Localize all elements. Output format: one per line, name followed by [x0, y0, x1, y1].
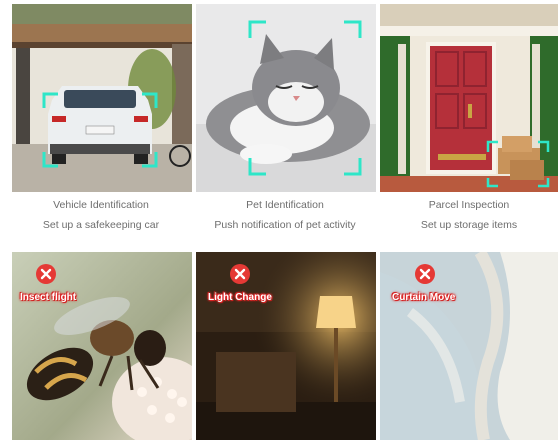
red-x-icon: [229, 263, 251, 285]
parcel-photo: [380, 4, 558, 192]
parcel-caption: Parcel Inspection Set up storage items: [376, 198, 560, 232]
false-alarm-label: Light Change: [208, 292, 272, 303]
pet-photo: [196, 4, 376, 192]
false-alarm-label: Curtain Move: [392, 292, 456, 303]
feature-subtitle: Set up a safekeeping car: [42, 219, 160, 231]
false-alarm-label: Insect flight: [20, 292, 77, 303]
curtain-photo: [380, 252, 558, 440]
feature-title: Parcel Inspection: [428, 199, 510, 211]
vehicle-caption: Vehicle Identification Set up a safekeep…: [8, 198, 194, 232]
light-photo: [196, 252, 376, 440]
red-x-icon: [414, 263, 436, 285]
vehicle-photo: [12, 4, 192, 192]
feature-title: Pet Identification: [246, 199, 324, 211]
feature-title: Vehicle Identification: [53, 199, 149, 211]
pet-caption: Pet Identification Push notification of …: [192, 198, 378, 232]
feature-subtitle: Set up storage items: [420, 219, 518, 231]
red-x-icon: [35, 263, 57, 285]
feature-subtitle: Push notification of pet activity: [214, 219, 356, 231]
